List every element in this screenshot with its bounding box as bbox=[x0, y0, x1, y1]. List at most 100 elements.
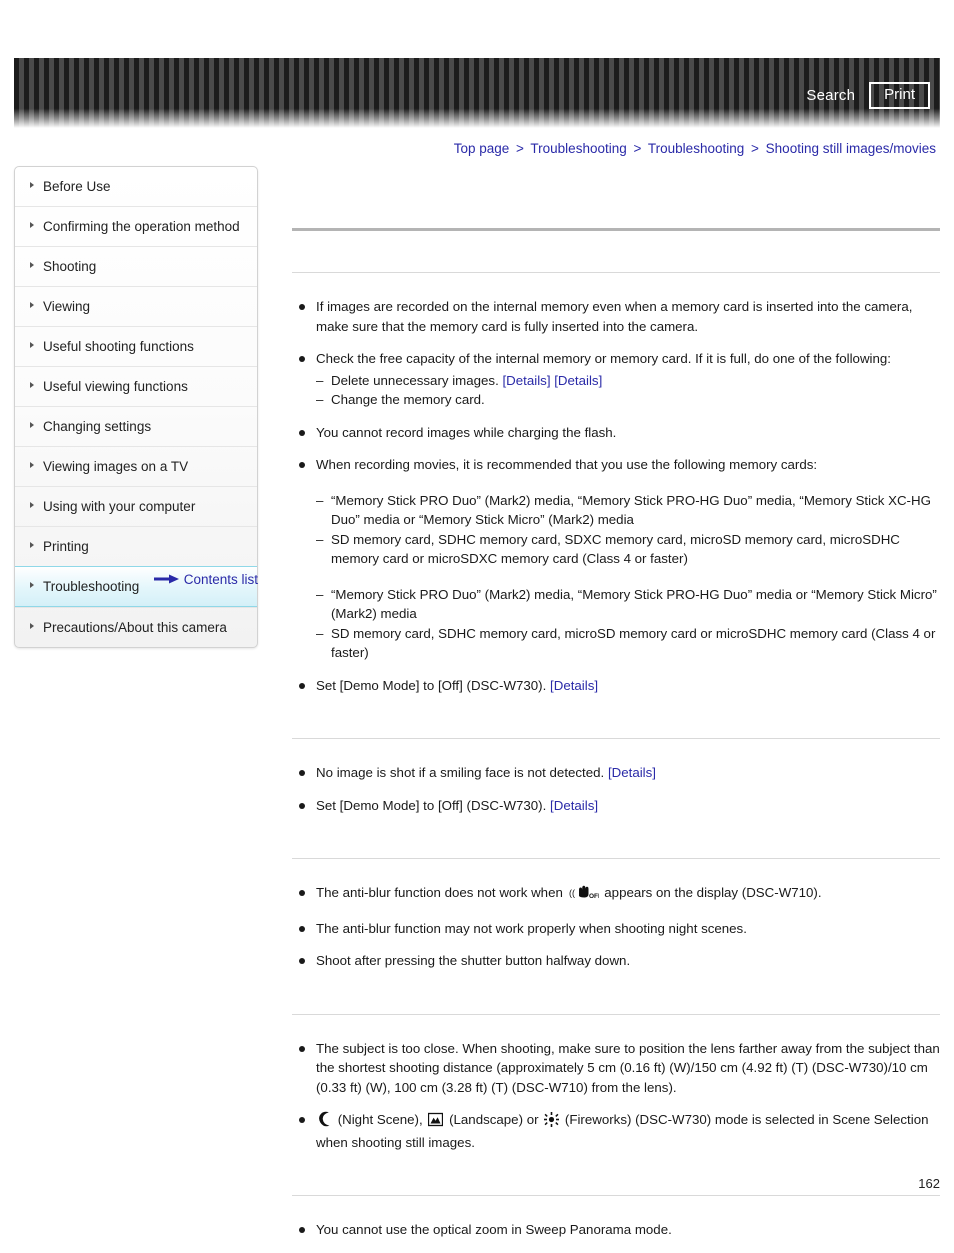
list-item: “Memory Stick PRO Duo” (Mark2) media, “M… bbox=[316, 585, 940, 624]
bullet-text: The anti-blur function may not work prop… bbox=[316, 920, 747, 936]
main-content: If images are recorded on the internal m… bbox=[292, 228, 940, 1253]
sidebar-item-printing[interactable]: Printing bbox=[15, 526, 257, 566]
list-item: Set [Demo Mode] to [Off] (DSC-W730). [De… bbox=[292, 796, 940, 816]
sidebar-item-label: Precautions/About this camera bbox=[43, 620, 227, 635]
sidebar-item-useful-shooting-functions[interactable]: Useful shooting functions bbox=[15, 326, 257, 366]
chevron-right-icon bbox=[30, 262, 34, 268]
list-item: Delete unnecessary images. [Details] [De… bbox=[316, 371, 940, 391]
sidebar-item-shooting[interactable]: Shooting bbox=[15, 246, 257, 286]
contents-list-link[interactable]: Contents list bbox=[14, 572, 258, 588]
list-item: The subject is too close. When shooting,… bbox=[292, 1039, 940, 1098]
sidebar-item-useful-viewing-functions[interactable]: Useful viewing functions bbox=[15, 366, 257, 406]
list-item: Shoot after pressing the shutter button … bbox=[292, 951, 940, 971]
list-item: When recording movies, it is recommended… bbox=[292, 455, 940, 663]
bullet-text: When recording movies, it is recommended… bbox=[316, 457, 818, 472]
bullet-text: Set [Demo Mode] to [Off] (DSC-W730). bbox=[316, 677, 551, 693]
list-item: Change the memory card. bbox=[316, 390, 940, 410]
list-item: No image is shot if a smiling face is no… bbox=[292, 763, 940, 783]
breadcrumb-separator: > bbox=[516, 141, 524, 156]
sub-text: Change the memory card. bbox=[331, 392, 485, 407]
list-item: The anti-blur function does not work whe… bbox=[292, 883, 940, 906]
bullet-list-section-4: The subject is too close. When shooting,… bbox=[292, 1039, 940, 1153]
fireworks-icon bbox=[544, 1112, 560, 1133]
breadcrumb-item-troubleshooting[interactable]: Troubleshooting bbox=[530, 141, 626, 156]
chevron-right-icon bbox=[30, 462, 34, 468]
bullet-text: The anti-blur function does not work whe… bbox=[316, 885, 567, 900]
contents-list-label: Contents list bbox=[183, 572, 258, 587]
sidebar-item-label: Viewing images on a TV bbox=[43, 459, 189, 474]
anti-blur-off-icon: ((OFF bbox=[569, 885, 602, 906]
search-link[interactable]: Search bbox=[806, 87, 855, 104]
page-number: 162 bbox=[918, 1176, 940, 1191]
list-item: Check the free capacity of the internal … bbox=[292, 349, 940, 410]
sub-text: SD memory card, SDHC memory card, microS… bbox=[331, 625, 936, 661]
header-banner: Search Print bbox=[14, 58, 940, 128]
sidebar-item-label: Before Use bbox=[43, 179, 111, 194]
sub-text: “Memory Stick PRO Duo” (Mark2) media, “M… bbox=[331, 492, 931, 528]
list-item: SD memory card, SDHC memory card, SDXC m… bbox=[316, 530, 940, 569]
sub-text: Delete unnecessary images. bbox=[331, 372, 503, 388]
bullet-list-section-2: No image is shot if a smiling face is no… bbox=[292, 763, 940, 815]
chevron-right-icon bbox=[30, 382, 34, 388]
bullet-list-section-5: You cannot use the optical zoom in Sweep… bbox=[292, 1220, 940, 1240]
sub-text: SD memory card, SDHC memory card, SDXC m… bbox=[331, 531, 900, 567]
sidebar-item-precautions-about-this-camera[interactable]: Precautions/About this camera bbox=[15, 607, 257, 647]
bullet-text: Set [Demo Mode] to [Off] (DSC-W730). bbox=[316, 797, 551, 813]
bullet-text: You cannot record images while charging … bbox=[316, 424, 617, 440]
list-item: You cannot use the optical zoom in Sweep… bbox=[292, 1220, 940, 1240]
sub-text: “Memory Stick PRO Duo” (Mark2) media, “M… bbox=[331, 586, 937, 622]
details-link[interactable]: [Details] bbox=[608, 765, 656, 780]
sidebar-item-label: Useful viewing functions bbox=[43, 379, 188, 394]
list-item: “Memory Stick PRO Duo” (Mark2) media, “M… bbox=[316, 491, 940, 530]
bullet-text: Check the free capacity of the internal … bbox=[316, 351, 891, 366]
breadcrumb-item-shooting-still-images-movies[interactable]: Shooting still images/movies bbox=[766, 141, 936, 156]
sidebar-item-changing-settings[interactable]: Changing settings bbox=[15, 406, 257, 446]
list-item: SD memory card, SDHC memory card, microS… bbox=[316, 624, 940, 663]
sidebar-item-before-use[interactable]: Before Use bbox=[15, 167, 257, 206]
chevron-right-icon bbox=[30, 182, 34, 188]
print-button[interactable]: Print bbox=[869, 82, 930, 109]
details-link[interactable]: [Details] bbox=[554, 373, 602, 388]
details-link[interactable]: [Details] bbox=[550, 798, 598, 813]
chevron-right-icon bbox=[30, 302, 34, 308]
list-item: (Night Scene), (Landscape) or (Fireworks… bbox=[292, 1110, 940, 1152]
chevron-right-icon bbox=[30, 422, 34, 428]
bullet-text: appears on the display (DSC-W710). bbox=[600, 885, 822, 900]
section-title-1 bbox=[292, 255, 940, 272]
list-item: The anti-blur function may not work prop… bbox=[292, 919, 940, 939]
sidebar-item-label: Using with your computer bbox=[43, 499, 196, 514]
bullet-text: (Night Scene), bbox=[334, 1112, 427, 1127]
details-link[interactable]: [Details] bbox=[502, 373, 550, 388]
sidebar-item-label: Viewing bbox=[43, 299, 91, 314]
chevron-right-icon bbox=[30, 342, 34, 348]
svg-text:((: (( bbox=[569, 888, 575, 898]
list-item: If images are recorded on the internal m… bbox=[292, 297, 940, 336]
bullet-text: (Landscape) or bbox=[445, 1112, 543, 1127]
sidebar-item-label: Shooting bbox=[43, 259, 97, 274]
sidebar-item-confirming-the-operation-method[interactable]: Confirming the operation method bbox=[15, 206, 257, 246]
chevron-right-icon bbox=[30, 623, 34, 629]
sub-list-memory-cards-movies: “Memory Stick PRO Duo” (Mark2) media, “M… bbox=[316, 491, 940, 569]
details-link[interactable]: [Details] bbox=[550, 678, 598, 693]
section-title-4 bbox=[292, 997, 940, 1014]
sidebar-item-label: Useful shooting functions bbox=[43, 339, 194, 354]
bullet-list-section-1: If images are recorded on the internal m… bbox=[292, 297, 940, 695]
list-item: Set [Demo Mode] to [Off] (DSC-W730). [De… bbox=[292, 676, 940, 696]
list-item: You cannot record images while charging … bbox=[292, 423, 940, 443]
bullet-text: Shoot after pressing the shutter button … bbox=[316, 953, 631, 968]
bullet-list-section-3: The anti-blur function does not work whe… bbox=[292, 883, 940, 971]
sidebar-item-viewing-images-on-a-tv[interactable]: Viewing images on a TV bbox=[15, 446, 257, 486]
sidebar-item-label: Confirming the operation method bbox=[43, 219, 240, 234]
section-title-3 bbox=[292, 841, 940, 858]
sidebar-item-using-with-your-computer[interactable]: Using with your computer bbox=[15, 486, 257, 526]
sub-list: Delete unnecessary images. [Details] [De… bbox=[316, 371, 940, 410]
breadcrumb-item-top-page[interactable]: Top page bbox=[454, 141, 510, 156]
sidebar-item-label: Printing bbox=[43, 539, 89, 554]
bullet-text: The subject is too close. When shooting,… bbox=[316, 1040, 940, 1095]
section-title-2 bbox=[292, 721, 940, 738]
breadcrumb-item-troubleshooting-2[interactable]: Troubleshooting bbox=[648, 141, 744, 156]
chevron-right-icon bbox=[30, 222, 34, 228]
breadcrumb: Top page > Troubleshooting > Troubleshoo… bbox=[454, 141, 936, 156]
sidebar-item-viewing[interactable]: Viewing bbox=[15, 286, 257, 326]
chevron-right-icon bbox=[30, 542, 34, 548]
